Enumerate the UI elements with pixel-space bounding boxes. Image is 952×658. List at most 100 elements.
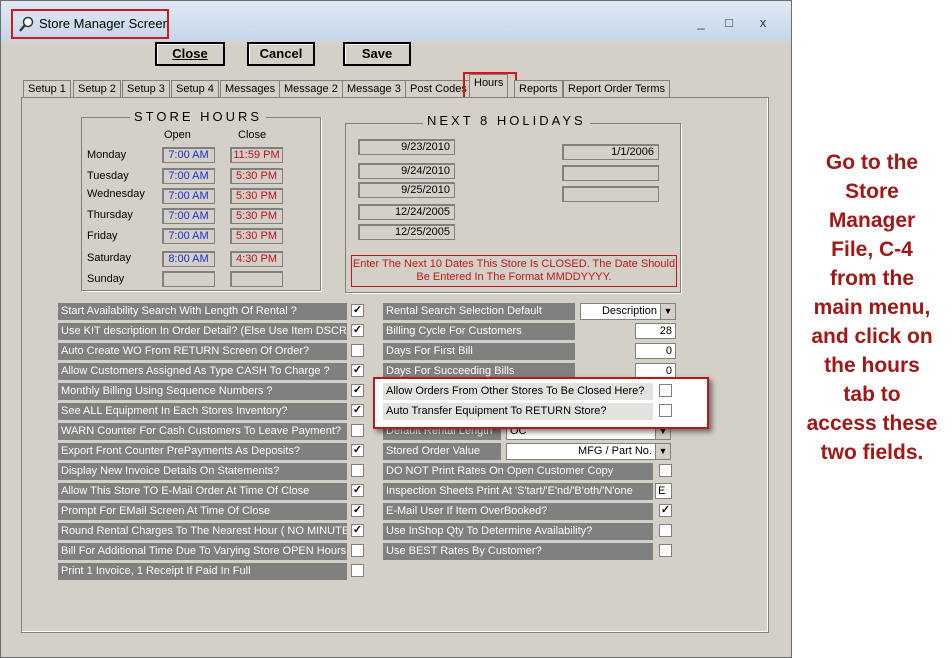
option-label: WARN Counter For Cash Customers To Leave… (58, 423, 347, 440)
tab-post-codes[interactable]: Post Codes (405, 80, 472, 97)
close-window-button[interactable]: x (753, 15, 773, 30)
holiday-date-field[interactable]: 1/1/2006 (562, 144, 659, 160)
option-label: Print 1 Invoice, 1 Receipt If Paid In Fu… (58, 563, 347, 580)
close-time-field[interactable]: 5:30 PM (230, 168, 283, 184)
option-label: E-Mail User If Item OverBooked? (383, 503, 653, 520)
option-checkbox[interactable] (351, 544, 364, 557)
holiday-date-field[interactable]: 12/24/2005 (358, 204, 455, 220)
option-checkbox[interactable] (351, 424, 364, 437)
open-time-field[interactable] (162, 271, 215, 287)
option-label: Rental Search Selection Default (383, 303, 575, 320)
tab-reports[interactable]: Reports (514, 80, 563, 97)
close-button[interactable]: Close (155, 42, 225, 66)
store-hours-title: STORE HOURS (130, 109, 267, 124)
save-button[interactable]: Save (343, 42, 411, 66)
close-time-field[interactable] (230, 271, 283, 287)
option-checkbox[interactable]: ✓ (659, 504, 672, 517)
option-label: Use KIT description In Order Detail? (El… (58, 323, 347, 340)
store-manager-window: Store Manager Screen _ □ x Close Cancel … (0, 0, 792, 658)
option-label: Display New Invoice Details On Statement… (58, 463, 347, 480)
option-checkbox[interactable] (659, 544, 672, 557)
day-label: Wednesday (87, 188, 145, 200)
option-label: Allow This Store TO E-Mail Order At Time… (58, 483, 347, 500)
option-label: See ALL Equipment In Each Stores Invento… (58, 403, 347, 420)
allow-orders-checkbox[interactable] (659, 384, 672, 397)
option-checkbox[interactable]: ✓ (351, 304, 364, 317)
select-value: MFG / Part No. (578, 445, 652, 457)
holiday-date-field[interactable]: 9/23/2010 (358, 139, 455, 155)
close-time-field[interactable]: 5:30 PM (230, 188, 283, 204)
day-label: Sunday (87, 273, 125, 285)
title-bar: Store Manager Screen _ □ x (1, 1, 791, 41)
cancel-button[interactable]: Cancel (247, 42, 315, 66)
option-checkbox[interactable] (351, 344, 364, 357)
holidays-instruction: Enter The Next 10 Dates This Store Is CL… (351, 255, 677, 287)
option-checkbox[interactable] (659, 524, 672, 537)
inspection-input[interactable]: E (655, 483, 672, 499)
close-time-field[interactable]: 5:30 PM (230, 208, 283, 224)
tab-message-3[interactable]: Message 3 (342, 80, 406, 97)
option-label: Auto Create WO From RETURN Screen Of Ord… (58, 343, 347, 360)
option-checkbox[interactable]: ✓ (351, 324, 364, 337)
auto-transfer-checkbox[interactable] (659, 404, 672, 417)
close-time-field[interactable]: 11:59 PM (230, 147, 283, 163)
open-time-field[interactable]: 7:00 AM (162, 228, 215, 244)
tab-setup-1[interactable]: Setup 1 (23, 80, 71, 97)
open-time-field[interactable]: 7:00 AM (162, 147, 215, 163)
holiday-date-field[interactable]: 9/24/2010 (358, 163, 455, 179)
option-checkbox[interactable]: ✓ (351, 484, 364, 497)
option-checkbox[interactable] (351, 464, 364, 477)
close-time-field[interactable]: 5:30 PM (230, 228, 283, 244)
cancel-button-label: Cancel (259, 46, 303, 61)
minimize-button[interactable]: _ (691, 15, 711, 30)
open-time-field[interactable]: 7:00 AM (162, 188, 215, 204)
holiday-date-field[interactable] (562, 186, 659, 202)
tab-message-2[interactable]: Message 2 (279, 80, 343, 97)
stored-order-select[interactable]: MFG / Part No. ▼ (506, 443, 671, 460)
instruction-callout: Go to the Store Manager File, C-4 from t… (806, 151, 938, 464)
holiday-date-field[interactable]: 12/25/2005 (358, 224, 455, 240)
days-first-bill-input[interactable]: 0 (635, 343, 676, 359)
holiday-date-field[interactable]: 9/25/2010 (358, 182, 455, 198)
open-time-field[interactable]: 7:00 AM (162, 168, 215, 184)
day-label: Friday (87, 230, 118, 242)
tab-messages[interactable]: Messages (220, 80, 281, 97)
option-checkbox[interactable] (659, 464, 672, 477)
holiday-date-field[interactable] (562, 165, 659, 181)
open-time-field[interactable]: 7:00 AM (162, 208, 215, 224)
open-header: Open (164, 129, 191, 141)
option-label: Billing Cycle For Customers (383, 323, 575, 340)
option-checkbox[interactable]: ✓ (351, 364, 364, 377)
tab-setup-4[interactable]: Setup 4 (171, 80, 219, 97)
day-label: Saturday (87, 252, 132, 264)
option-label: Auto Transfer Equipment To RETURN Store? (383, 403, 653, 420)
chevron-down-icon: ▼ (655, 444, 670, 459)
tab-report-order-terms[interactable]: Report Order Terms (563, 80, 670, 97)
close-time-field[interactable]: 4:30 PM (230, 251, 283, 267)
open-time-field[interactable]: 8:00 AM (162, 251, 215, 267)
option-checkbox[interactable] (351, 564, 364, 577)
option-label: Inspection Sheets Print At 'S'tart/'E'nd… (383, 483, 653, 500)
option-label: Monthly Billing Using Sequence Numbers ? (58, 383, 347, 400)
option-checkbox[interactable]: ✓ (351, 504, 364, 517)
option-checkbox[interactable]: ✓ (351, 404, 364, 417)
maximize-button[interactable]: □ (719, 15, 739, 30)
save-button-label: Save (361, 46, 393, 61)
option-checkbox[interactable]: ✓ (351, 444, 364, 457)
tab-setup-2[interactable]: Setup 2 (73, 80, 121, 97)
option-label: Use BEST Rates By Customer? (383, 543, 653, 560)
tab-setup-3[interactable]: Setup 3 (122, 80, 170, 97)
billing-cycle-input[interactable]: 28 (635, 323, 676, 339)
option-label: Export Front Counter PrePayments As Depo… (58, 443, 347, 460)
close-button-label: Close (172, 46, 208, 61)
option-label: Bill For Additional Time Due To Varying … (58, 543, 347, 560)
option-label: Allow Orders From Other Stores To Be Clo… (383, 383, 653, 400)
rental-search-select[interactable]: Description ▼ (580, 303, 676, 320)
option-label: Start Availability Search With Length Of… (58, 303, 347, 320)
option-checkbox[interactable]: ✓ (351, 524, 364, 537)
day-label: Thursday (87, 209, 133, 221)
option-label: Use InShop Qty To Determine Availability… (383, 523, 653, 540)
option-checkbox[interactable]: ✓ (351, 384, 364, 397)
chevron-down-icon: ▼ (660, 304, 675, 319)
holidays-title: NEXT 8 HOLIDAYS (423, 113, 590, 128)
